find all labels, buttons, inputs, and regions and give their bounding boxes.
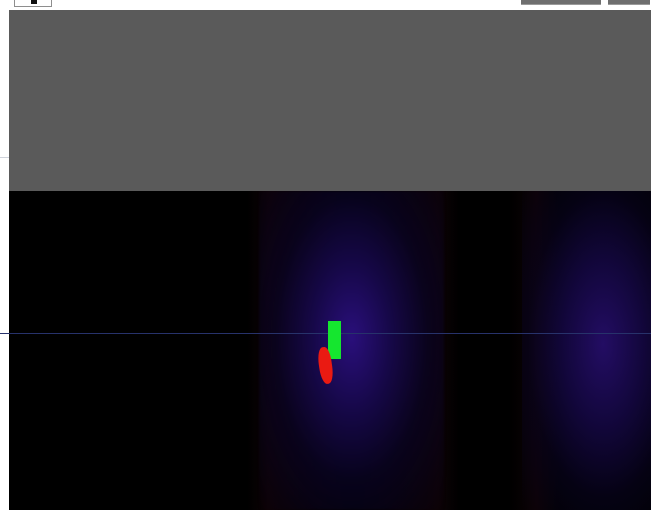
gray-panel xyxy=(9,10,651,191)
top-right-control-1[interactable] xyxy=(521,0,601,5)
top-toolbar xyxy=(0,0,651,10)
top-right-control-2[interactable] xyxy=(608,0,650,5)
screenshot-frame xyxy=(0,0,651,510)
top-left-control[interactable] xyxy=(14,0,52,7)
left-margin xyxy=(0,10,10,510)
horizontal-scanline xyxy=(0,333,651,334)
green-marker xyxy=(328,321,341,359)
right-blue-haze xyxy=(522,191,651,510)
center-blue-haze xyxy=(259,191,444,510)
